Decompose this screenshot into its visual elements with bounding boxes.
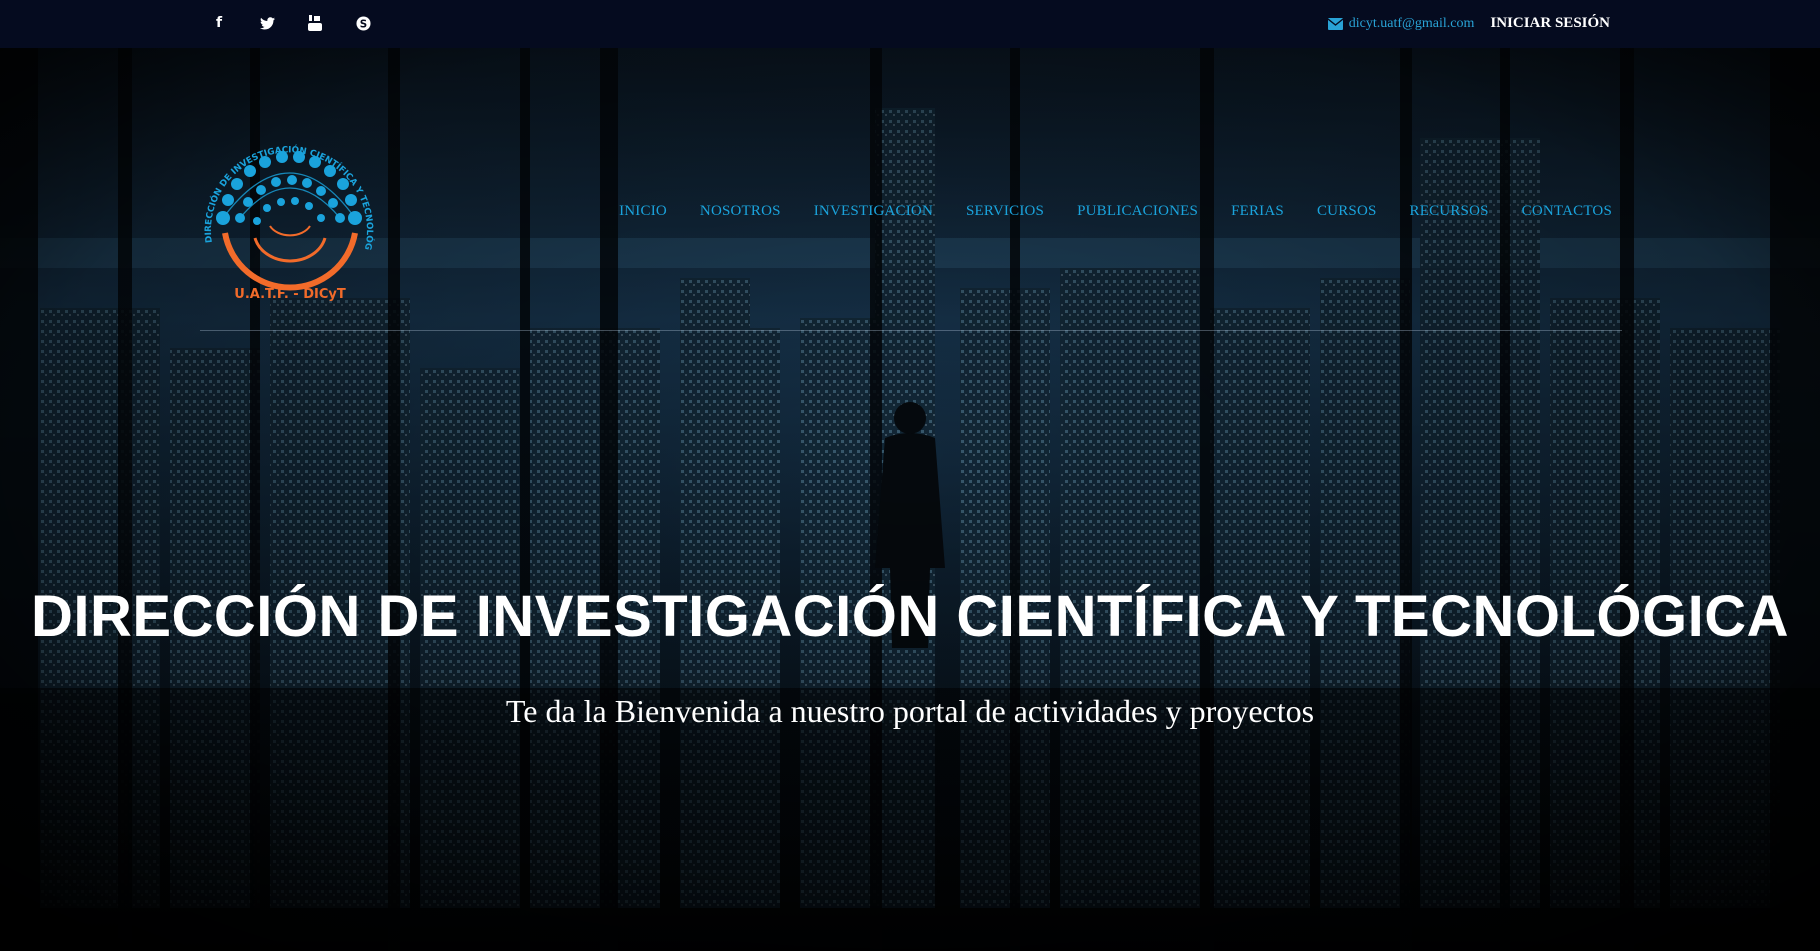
nav-cursos[interactable]: CURSOS xyxy=(1317,203,1377,220)
dicyt-logo[interactable]: DIRECCIÓN DE INVESTIGACIÓN CIENTÍFICA Y … xyxy=(195,118,385,313)
social-links: f S xyxy=(210,14,372,32)
facebook-icon[interactable]: f xyxy=(210,14,228,32)
top-right-actions: dicyt.uatf@gmail.com INICIAR SESIÓN xyxy=(1327,15,1610,32)
main-nav: INICIO NOSOTROS INVESTIGACION SERVICIOS … xyxy=(619,203,1612,220)
hero-slider: DIRECCIÓN DE INVESTIGACIÓN CIENTÍFICA Y … xyxy=(0,48,1820,951)
svg-text:S: S xyxy=(359,18,366,30)
nav-publicaciones[interactable]: PUBLICACIONES xyxy=(1077,203,1198,220)
nav-divider xyxy=(200,330,1622,331)
youtube-icon[interactable] xyxy=(306,14,324,32)
email-link[interactable]: dicyt.uatf@gmail.com xyxy=(1327,15,1475,32)
twitter-icon[interactable] xyxy=(258,14,276,32)
nav-inicio[interactable]: INICIO xyxy=(619,203,667,220)
skype-icon[interactable]: S xyxy=(354,14,372,32)
svg-text:U.A.T.F. - DICyT: U.A.T.F. - DICyT xyxy=(234,287,346,302)
hero-title: DIRECCIÓN DE INVESTIGACIÓN CIENTÍFICA Y … xyxy=(30,584,1790,649)
nav-investigacion[interactable]: INVESTIGACION xyxy=(814,203,933,220)
envelope-icon xyxy=(1327,17,1343,30)
email-text: dicyt.uatf@gmail.com xyxy=(1348,15,1475,31)
nav-nosotros[interactable]: NOSOTROS xyxy=(700,203,781,220)
top-bar: f S dicyt.uatf@gmail.com INICIAR SESIÓN xyxy=(0,0,1820,48)
nav-contactos[interactable]: CONTACTOS xyxy=(1522,203,1612,220)
hero-subtitle: Te da la Bienvenida a nuestro portal de … xyxy=(505,693,1315,729)
login-link[interactable]: INICIAR SESIÓN xyxy=(1490,15,1610,32)
nav-ferias[interactable]: FERIAS xyxy=(1231,203,1284,220)
nav-servicios[interactable]: SERVICIOS xyxy=(966,203,1044,220)
nav-recursos[interactable]: RECURSOS xyxy=(1410,203,1489,220)
